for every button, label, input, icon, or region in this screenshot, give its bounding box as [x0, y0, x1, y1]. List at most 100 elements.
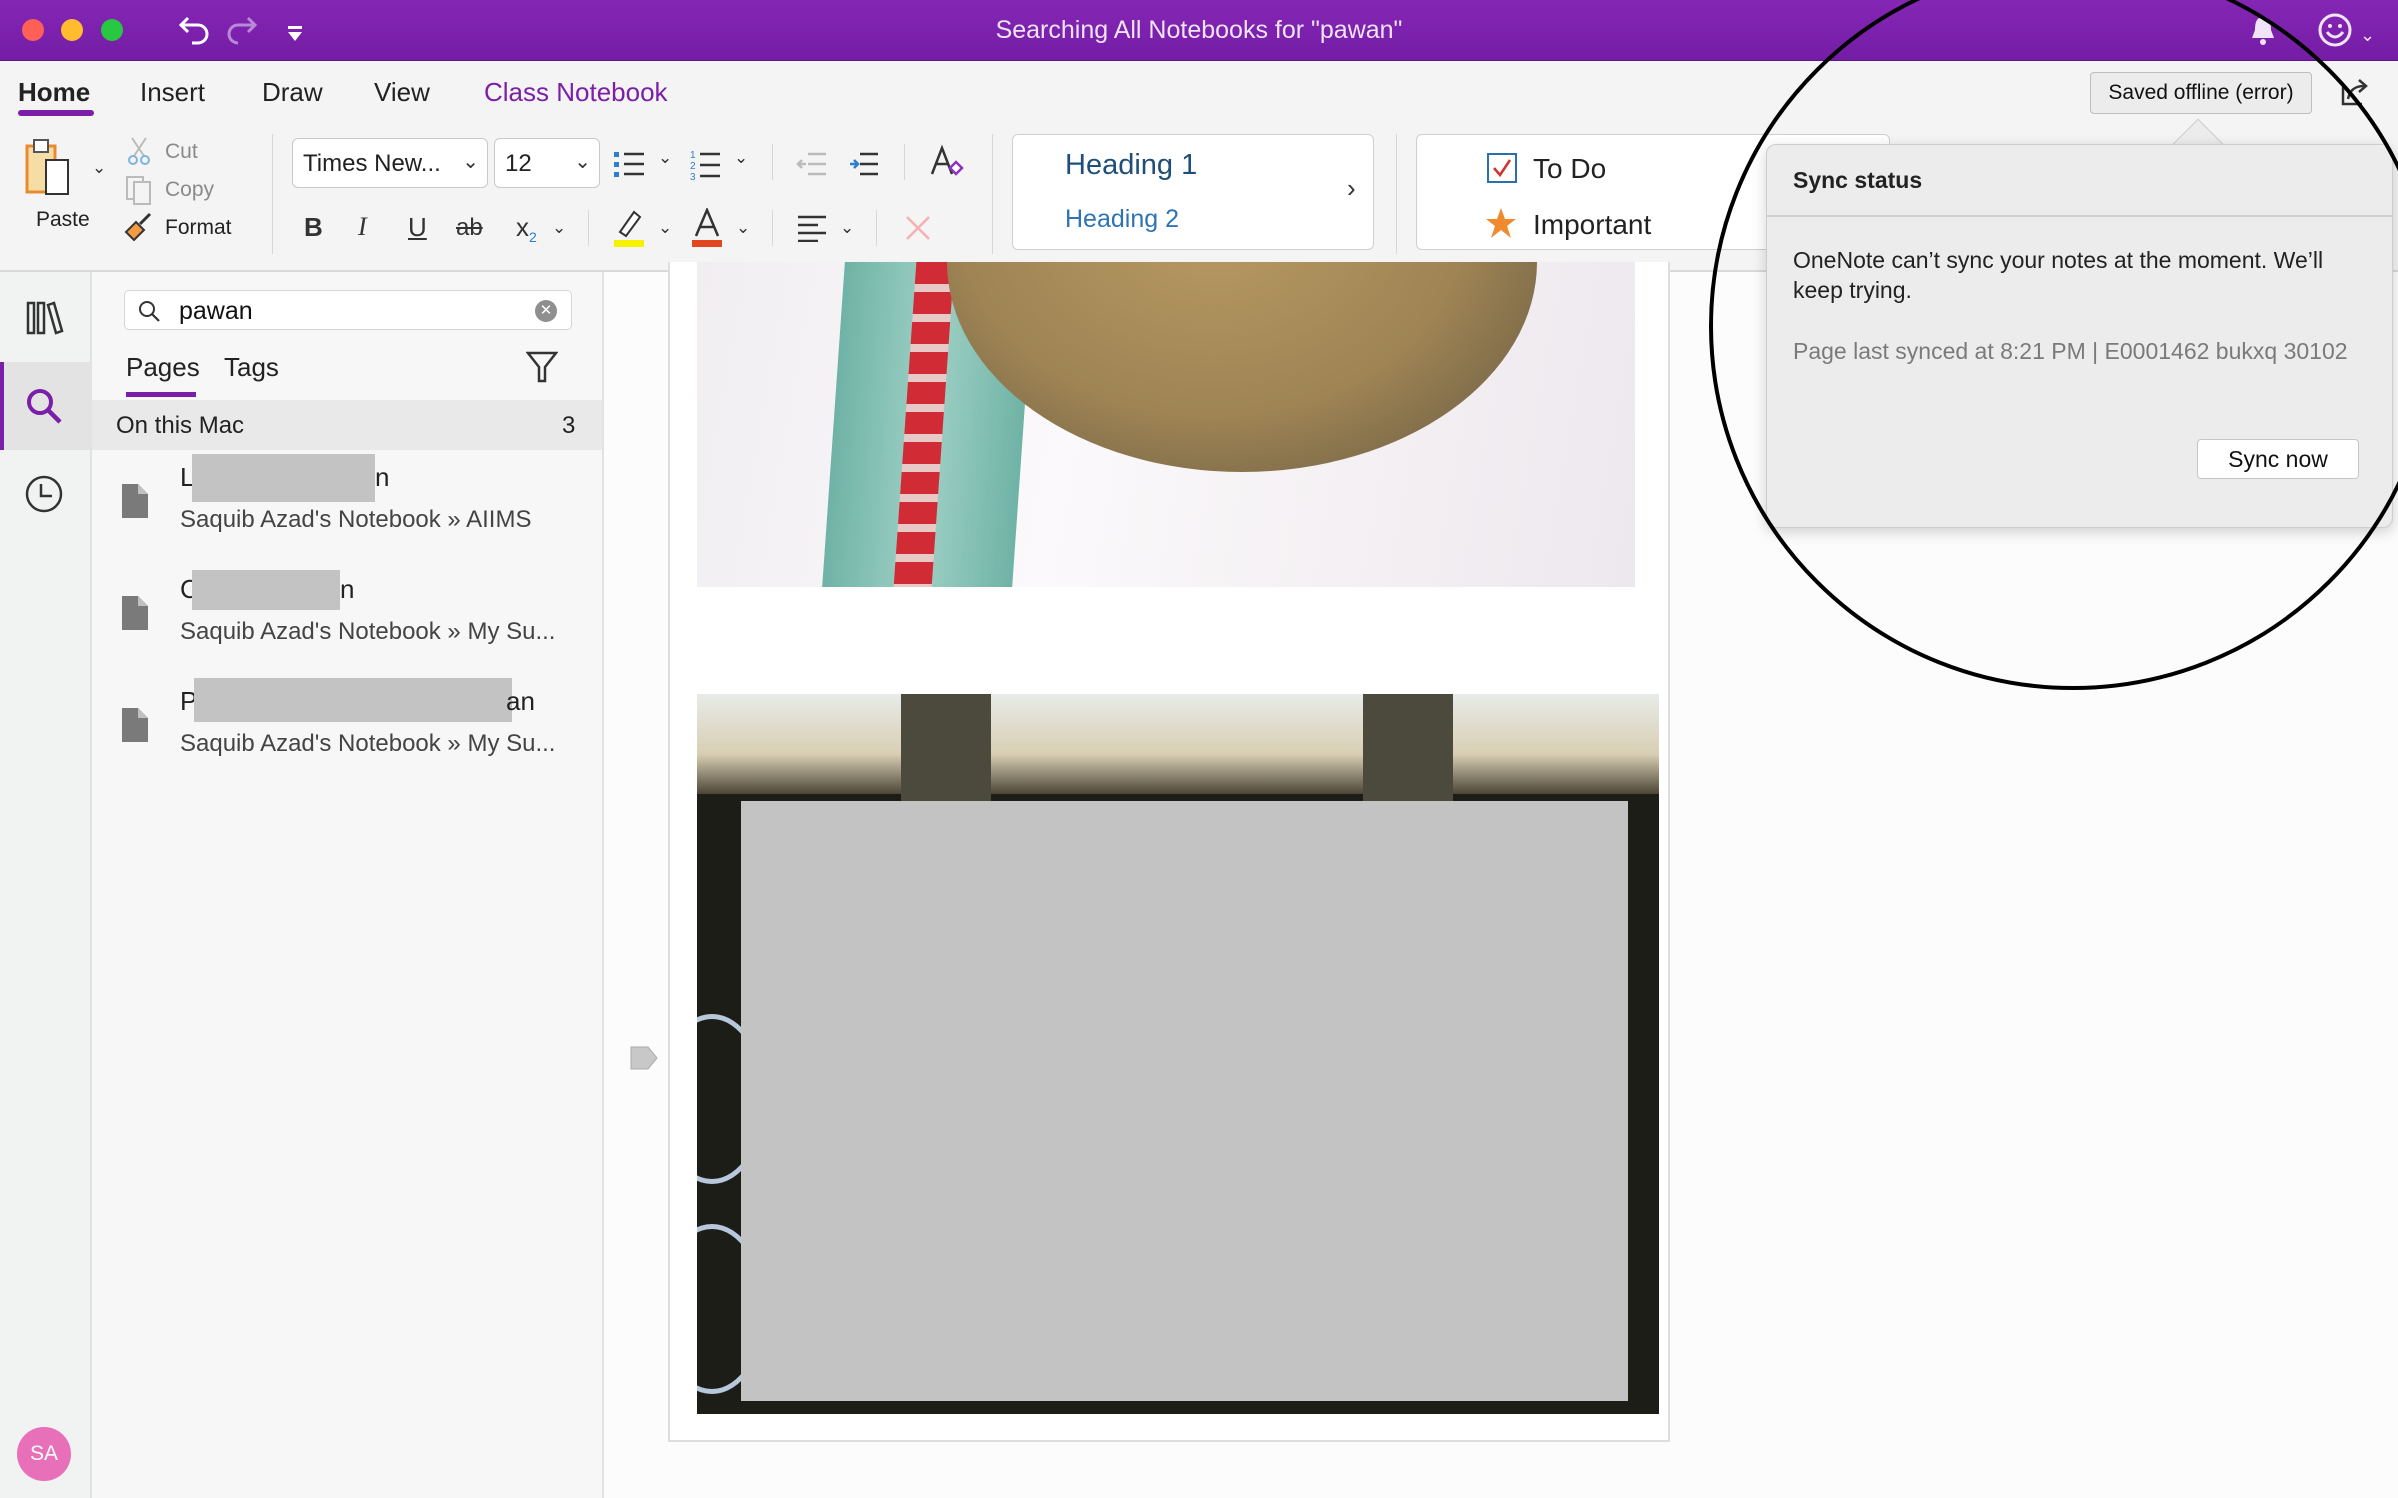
search-nav-button[interactable] — [0, 362, 90, 450]
result-title-end: an — [506, 686, 535, 716]
tab-home[interactable]: Home — [18, 77, 90, 108]
note-image-photo[interactable] — [697, 262, 1635, 587]
result-title-end: n — [375, 462, 390, 492]
clear-search-icon[interactable]: ✕ — [535, 300, 557, 322]
delete-x-icon[interactable] — [904, 214, 932, 247]
active-tab-indicator — [18, 110, 94, 116]
active-search-tab-indicator — [126, 392, 196, 397]
font-color-chevron-icon[interactable]: ⌄ — [736, 218, 750, 238]
sync-status-popover: Sync status OneNote can’t sync your note… — [1766, 144, 2393, 528]
tab-draw[interactable]: Draw — [262, 77, 323, 108]
svg-text:2: 2 — [690, 161, 696, 172]
tab-class-notebook[interactable]: Class Notebook — [484, 77, 668, 108]
sync-status-button[interactable]: Saved offline (error) — [2090, 72, 2312, 114]
alignment-chevron-icon[interactable]: ⌄ — [840, 218, 854, 238]
notebooks-nav-button[interactable] — [0, 272, 90, 362]
styles-more-chevron-icon[interactable]: › — [1347, 173, 1356, 204]
note-image-ct-scan[interactable] — [697, 694, 1659, 1414]
filter-funnel-icon[interactable] — [525, 350, 559, 389]
style-heading-2[interactable]: Heading 2 — [1065, 205, 1179, 234]
svg-text:3: 3 — [690, 172, 696, 182]
lightbox-top — [697, 694, 1659, 794]
user-avatar[interactable]: SA — [17, 1427, 71, 1481]
feedback-chevron-down-icon[interactable]: ⌄ — [2360, 20, 2375, 50]
decrease-indent-icon[interactable] — [796, 150, 828, 185]
page-icon — [122, 708, 148, 742]
format-painter-button[interactable]: Format — [165, 216, 232, 240]
numbered-list-icon[interactable]: 123 — [690, 148, 722, 187]
increase-indent-icon[interactable] — [848, 150, 880, 185]
underline-button[interactable]: U — [408, 212, 427, 243]
bullet-list-icon[interactable] — [614, 150, 646, 185]
search-tab-tags[interactable]: Tags — [224, 352, 279, 383]
subscript-button[interactable]: x2 — [516, 212, 537, 245]
font-family-dropdown[interactable]: Times New... ⌄ — [292, 138, 488, 188]
important-star-icon — [1485, 207, 1517, 244]
share-icon[interactable] — [2340, 77, 2370, 112]
result-title-end: n — [340, 574, 355, 604]
font-size-dropdown[interactable]: 12 ⌄ — [494, 138, 600, 188]
font-color-icon[interactable] — [690, 206, 724, 253]
strikethrough-button[interactable]: ab — [456, 214, 483, 242]
todo-checkbox-icon — [1487, 153, 1517, 188]
svg-text:1: 1 — [690, 150, 696, 161]
tag-important[interactable]: Important — [1533, 209, 1651, 241]
paste-options-chevron-icon[interactable]: ⌄ — [92, 158, 106, 178]
ribbon-separator — [904, 144, 905, 180]
tab-insert[interactable]: Insert — [140, 77, 205, 108]
italic-button[interactable]: I — [358, 212, 367, 242]
notifications-bell-icon[interactable] — [2248, 14, 2278, 52]
bullet-list-chevron-icon[interactable]: ⌄ — [658, 148, 672, 168]
sync-popup-title: Sync status — [1793, 167, 1923, 193]
search-input[interactable] — [179, 295, 509, 327]
ribbon-separator — [588, 210, 589, 246]
chevron-down-icon: ⌄ — [574, 151, 591, 173]
cut-scissors-icon — [126, 136, 152, 171]
note-page[interactable] — [668, 262, 1670, 1442]
ribbon-separator — [272, 134, 273, 254]
page-icon — [122, 596, 148, 630]
redacted-title — [194, 678, 512, 722]
subscript-index: 2 — [529, 229, 537, 246]
page-icon — [122, 484, 148, 518]
search-tab-pages[interactable]: Pages — [126, 352, 200, 383]
style-heading-1[interactable]: Heading 1 — [1065, 149, 1197, 182]
search-result-item[interactable]: C n Saquib Azad's Notebook » My Su... — [92, 566, 602, 676]
highlighter-chevron-icon[interactable]: ⌄ — [658, 218, 672, 238]
results-group-header[interactable]: On this Mac 3 — [92, 400, 602, 450]
search-field[interactable]: ✕ — [124, 290, 572, 330]
ribbon-separator — [772, 144, 773, 180]
search-result-item[interactable]: L n Saquib Azad's Notebook » AIIMS — [92, 454, 602, 564]
highlighter-icon[interactable] — [612, 208, 646, 253]
feedback-smiley-icon[interactable] — [2317, 12, 2353, 54]
ribbon-tab-bar: Home Insert Draw View Class Notebook Sav… — [0, 61, 2398, 122]
paste-icon[interactable] — [24, 136, 78, 201]
recent-notes-nav-button[interactable] — [0, 452, 90, 542]
title-bar: Searching All Notebooks for "pawan" ⌄ — [0, 0, 2398, 61]
search-panel: ✕ Pages Tags On this Mac 3 L n Saquib Az… — [92, 272, 604, 1498]
redacted-title — [192, 570, 340, 610]
paste-button[interactable]: Paste — [36, 208, 90, 232]
ribbon-separator — [1396, 134, 1397, 254]
note-container-handle-icon[interactable] — [630, 1046, 658, 1075]
window-title: Searching All Notebooks for "pawan" — [995, 16, 1403, 44]
numbered-list-chevron-icon[interactable]: ⌄ — [734, 148, 748, 168]
sync-popup-message: OneNote can’t sync your notes at the mom… — [1793, 247, 2324, 303]
clear-formatting-icon[interactable] — [928, 144, 964, 185]
result-path: Saquib Azad's Notebook » AIIMS — [180, 506, 532, 533]
sync-now-button[interactable]: Sync now — [2197, 439, 2359, 479]
cut-button[interactable]: Cut — [165, 140, 198, 164]
bold-button[interactable]: B — [304, 212, 323, 243]
result-path: Saquib Azad's Notebook » My Su... — [180, 730, 556, 757]
copy-icon — [124, 174, 154, 211]
subscript-chevron-icon[interactable]: ⌄ — [552, 218, 566, 238]
copy-button[interactable]: Copy — [165, 178, 214, 202]
redacted-image-region — [741, 801, 1628, 1401]
paragraph-alignment-icon[interactable] — [796, 214, 828, 247]
tab-view[interactable]: View — [374, 77, 430, 108]
font-size-value: 12 — [505, 150, 532, 177]
sync-popup-detail: Page last synced at 8:21 PM | E0001462 b… — [1793, 338, 2348, 364]
search-result-item[interactable]: P an Saquib Azad's Notebook » My Su... — [92, 678, 602, 788]
result-path: Saquib Azad's Notebook » My Su... — [180, 618, 556, 645]
tag-todo[interactable]: To Do — [1533, 153, 1606, 185]
